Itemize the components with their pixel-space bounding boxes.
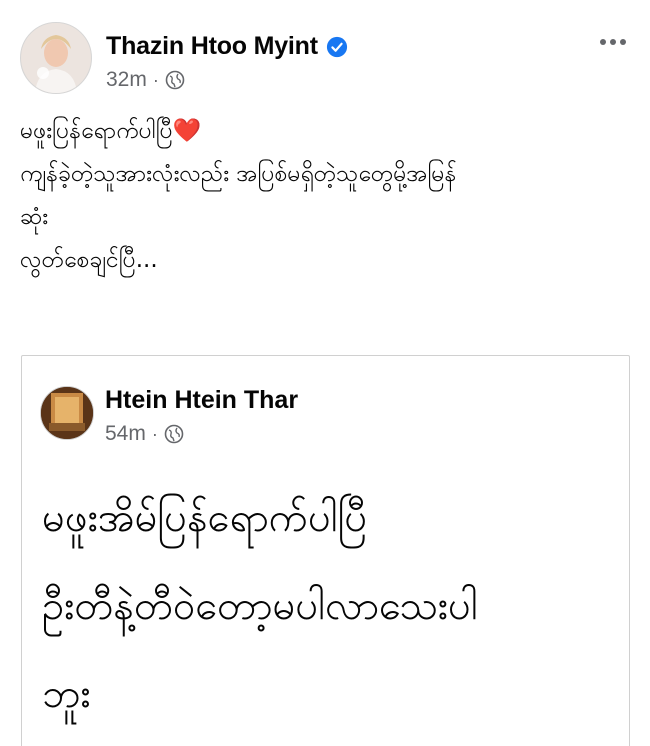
shared-post-body: မဖူးအိမ်ပြန်ရောက်ပါပြီ ဦးတီနဲ့တီဝဲတော့မပ…: [42, 474, 609, 738]
globe-icon[interactable]: [164, 424, 184, 444]
post-timestamp[interactable]: 32m: [106, 68, 147, 92]
shared-post-timestamp[interactable]: 54m: [105, 422, 146, 446]
post-body-line: လွတ်စေချင်ပြီ...: [20, 247, 158, 273]
author-avatar[interactable]: [20, 22, 92, 94]
author-row: Thazin Htoo Myint: [106, 32, 348, 61]
facebook-post: Thazin Htoo Myint 32m · မဖူးပြန်ရောက်ပါပ…: [0, 0, 650, 746]
shared-body-line: ဘူး: [42, 671, 91, 717]
more-options-icon[interactable]: [598, 32, 628, 52]
verified-badge-icon: [326, 36, 347, 57]
shared-author-avatar[interactable]: [40, 386, 94, 440]
post-body: မဖူးပြန်ရောက်ပါပြီ❤️ ကျန်ခဲ့တဲ့သူအားလုံး…: [20, 110, 630, 282]
meta-separator: ·: [152, 69, 159, 90]
post-meta: 32m ·: [106, 68, 185, 92]
post-body-line: ကျန်ခဲ့တဲ့သူအားလုံးလည်း အပြစ်မရှိတဲ့သူတွ…: [20, 161, 457, 187]
shared-post-card[interactable]: Htein Htein Thar 54m · မဖူးအိမ်ပြန်ရောက်…: [21, 355, 630, 746]
post-body-line: ဆုံး: [20, 204, 49, 230]
post-header: Thazin Htoo Myint 32m ·: [20, 22, 632, 96]
shared-author-name[interactable]: Htein Htein Thar: [105, 386, 298, 415]
shared-post-meta: 54m ·: [105, 422, 184, 446]
shared-body-line: ဦးတီနဲ့တီဝဲတော့မပါလာသေးပါ: [42, 583, 478, 629]
shared-body-line: မဖူးအိမ်ပြန်ရောက်ပါပြီ: [42, 495, 368, 541]
globe-icon[interactable]: [165, 70, 185, 90]
post-body-line: မဖူးပြန်ရောက်ပါပြီ❤️: [20, 118, 202, 144]
meta-separator: ·: [151, 423, 158, 444]
author-name[interactable]: Thazin Htoo Myint: [106, 32, 318, 61]
